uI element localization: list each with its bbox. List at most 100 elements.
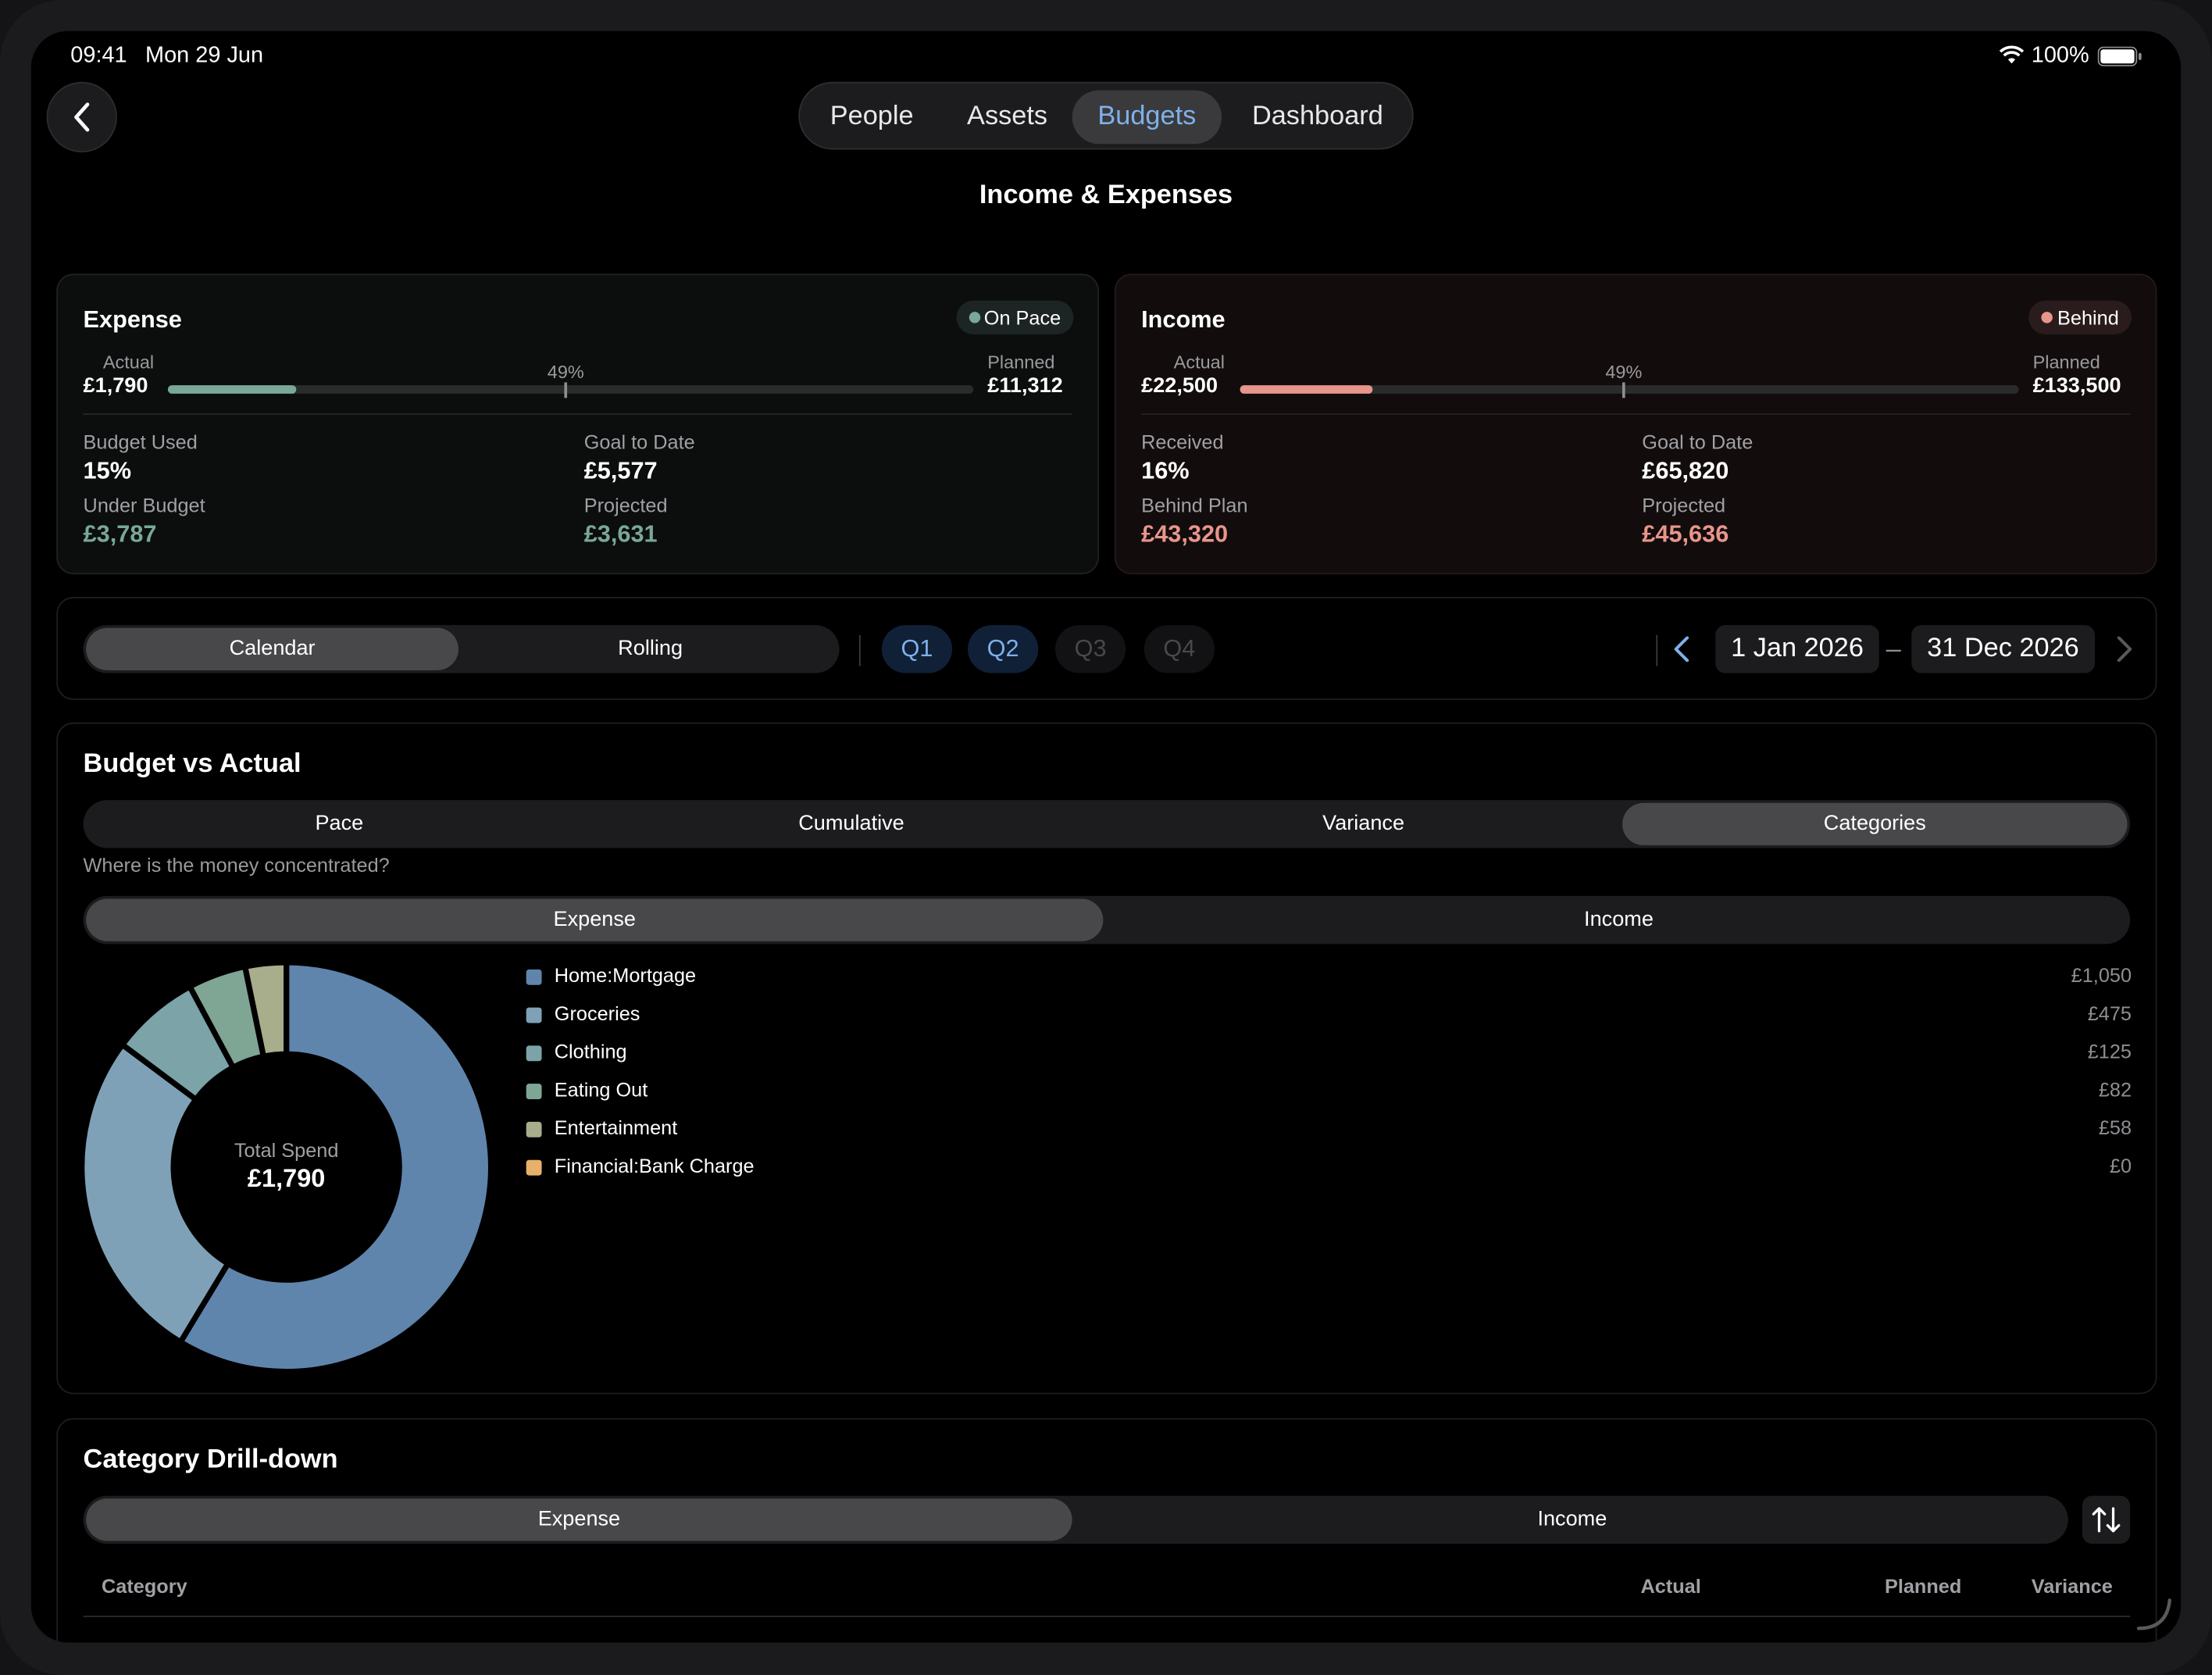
legend-value: £475 (2087, 1002, 2132, 1025)
status-badge: Behind (2028, 300, 2132, 335)
legend-label: Eating Out (554, 1077, 648, 1101)
next-period-icon[interactable] (2116, 636, 2133, 662)
status-badge: On Pace (955, 300, 1074, 335)
status-badge-label: On Pace (983, 305, 1061, 329)
legend-value: £1,050 (2071, 963, 2132, 987)
period-mode-toggle: Calendar Rolling (83, 625, 840, 673)
planned-value: £133,500 (2032, 373, 2121, 398)
status-badge-label: Behind (2057, 305, 2119, 329)
pace-marker (564, 382, 568, 398)
donut-center-label: Total Spend (234, 1138, 339, 1162)
progress-fill (1240, 385, 1373, 394)
quarter-q2-button[interactable]: Q2 (967, 625, 1039, 673)
planned-value: £11,312 (987, 373, 1063, 398)
legend-swatch (526, 1007, 542, 1023)
actual-label: Actual (102, 351, 155, 373)
legend-swatch (526, 1159, 542, 1176)
tab-budgets[interactable]: Budgets (1072, 90, 1222, 145)
drilldown-type-tabs: Expense Income (83, 1495, 2068, 1544)
legend-item[interactable]: Entertainment £58 (526, 1116, 2132, 1145)
legend-swatch (526, 1121, 542, 1138)
legend-item[interactable]: Clothing £125 (526, 1040, 2132, 1068)
legend-item[interactable]: Financial:Bank Charge £0 (526, 1154, 2132, 1182)
tab-variance[interactable]: Variance (1110, 803, 1616, 845)
back-button[interactable] (46, 81, 117, 153)
actual-label: Actual (1173, 351, 1225, 373)
prev-period-icon[interactable] (1673, 636, 1690, 662)
tab-categories[interactable]: Categories (1622, 802, 2128, 845)
projected-label: Projected (1642, 494, 1726, 517)
budget-used-label: Budget Used (83, 430, 198, 453)
end-date-picker[interactable]: 31 Dec 2026 (1911, 625, 2095, 673)
sort-button[interactable] (2082, 1495, 2131, 1544)
legend-label: Groceries (554, 1002, 640, 1025)
behind-plan-label: Behind Plan (1141, 494, 1248, 517)
chart-type-tabs: Expense Income (83, 895, 2131, 945)
section-title: Budget vs Actual (83, 749, 301, 780)
date-separator: – (1886, 634, 1901, 665)
behind-plan-value: £43,320 (1141, 520, 1229, 548)
pace-marker (1622, 382, 1625, 398)
legend-label: Financial:Bank Charge (554, 1154, 755, 1177)
divider (83, 1616, 2131, 1617)
resize-handle[interactable] (2135, 1595, 2172, 1631)
tab-dashboard[interactable]: Dashboard (1233, 91, 1403, 145)
progress-track (167, 385, 974, 394)
progress-track (1240, 385, 2019, 394)
status-date: Mon 29 Jun (145, 43, 264, 68)
projected-label: Projected (583, 494, 668, 517)
card-title: Expense (83, 305, 182, 334)
chart-view-tabs: Pace Cumulative Variance Categories (83, 800, 2131, 848)
start-date-picker[interactable]: 1 Jan 2026 (1715, 625, 1879, 673)
card-title: Income (1141, 305, 1226, 334)
under-budget-label: Under Budget (83, 494, 205, 517)
progress-fill (167, 385, 297, 394)
legend-item[interactable]: Eating Out £82 (526, 1078, 2132, 1106)
status-dot (968, 312, 980, 323)
legend-swatch (526, 1084, 542, 1100)
tab-income[interactable]: Income (1110, 899, 2127, 941)
tab-rolling[interactable]: Rolling (464, 628, 837, 670)
quarter-q1-button[interactable]: Q1 (881, 625, 953, 673)
chart-subtitle: Where is the money concentrated? (83, 853, 390, 877)
expense-summary-card[interactable]: Expense On Pace Actual £1,790 49% Planne… (56, 273, 1099, 575)
goal-to-date-value: £5,577 (583, 457, 658, 484)
budget-vs-actual-section: Budget vs Actual Pace Cumulative Varianc… (56, 722, 2157, 1395)
goal-to-date-value: £65,820 (1642, 457, 1729, 484)
under-budget-value: £3,787 (83, 520, 157, 548)
donut-center-value: £1,790 (247, 1164, 326, 1193)
status-dot (2042, 312, 2053, 323)
legend-value: £125 (2087, 1040, 2132, 1063)
income-summary-card[interactable]: Income Behind Actual £22,500 49% Planned… (1114, 273, 2157, 575)
pace-marker-label: 49% (1605, 361, 1643, 383)
table-header: Category Actual Planned Variance (83, 1575, 2131, 1620)
legend-label: Clothing (554, 1040, 627, 1063)
battery-percent: 100% (2031, 43, 2089, 68)
wifi-icon (1999, 45, 2025, 65)
projected-value: £3,631 (583, 520, 658, 548)
tab-pace[interactable]: Pace (86, 803, 592, 845)
tab-calendar[interactable]: Calendar (86, 627, 458, 670)
quarter-q4-button[interactable]: Q4 (1143, 625, 1215, 673)
legend-swatch (526, 969, 542, 985)
goal-to-date-label: Goal to Date (583, 430, 695, 453)
divider (1656, 634, 1658, 666)
quarter-q3-button[interactable]: Q3 (1054, 625, 1126, 673)
divider (83, 413, 1072, 416)
main-nav: People Assets Budgets Dashboard (798, 81, 1414, 150)
tab-income[interactable]: Income (1079, 1498, 2065, 1541)
tab-expense[interactable]: Expense (86, 1498, 1072, 1541)
budget-used-value: 15% (83, 457, 132, 484)
tab-people[interactable]: People (810, 91, 934, 145)
tab-assets[interactable]: Assets (945, 91, 1069, 145)
sort-arrows-icon (2092, 1507, 2121, 1533)
actual-value: £1,790 (83, 373, 148, 398)
projected-value: £45,636 (1642, 520, 1729, 548)
tab-cumulative[interactable]: Cumulative (598, 803, 1104, 845)
legend-item[interactable]: Home:Mortgage £1,050 (526, 964, 2132, 992)
divider (1141, 413, 2131, 416)
legend-item[interactable]: Groceries £475 (526, 1002, 2132, 1030)
status-time: 09:41 (70, 43, 127, 68)
tab-expense[interactable]: Expense (86, 898, 1104, 941)
legend-label: Home:Mortgage (554, 963, 697, 987)
